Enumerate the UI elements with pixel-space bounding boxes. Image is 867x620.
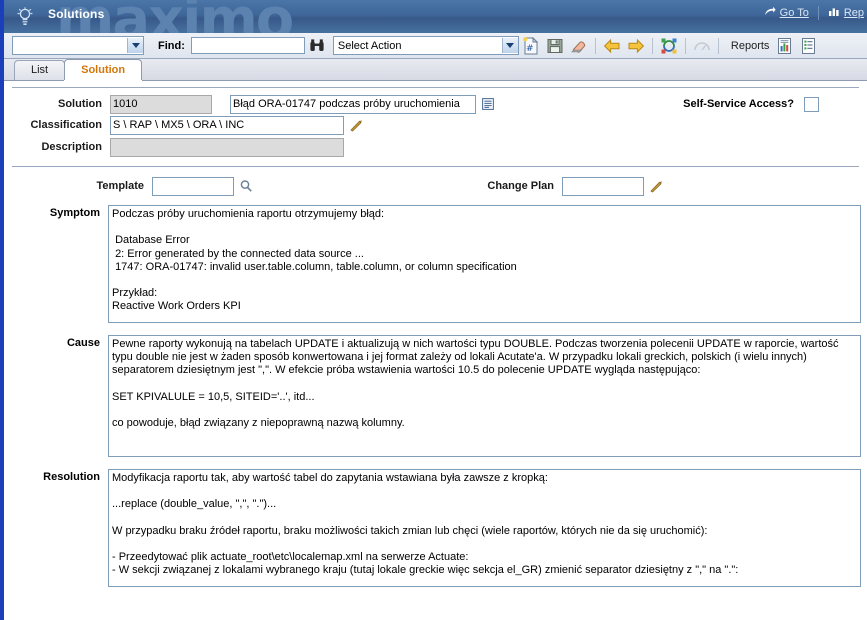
solution-form: Solution 1010 Błąd ORA-01747 podczas pró… (4, 81, 867, 620)
select-action-label: Select Action (337, 39, 402, 52)
reports-link[interactable]: Rep (825, 5, 867, 21)
new-record-icon[interactable]: # (520, 35, 542, 56)
reports-label: Rep (843, 7, 864, 19)
toolbar-divider (651, 37, 653, 54)
solution-label: Solution (58, 98, 102, 110)
detail-menu-icon[interactable] (648, 178, 664, 194)
chevron-down-icon[interactable] (501, 38, 518, 53)
toolbar-divider (594, 37, 596, 54)
detail-menu-icon[interactable] (348, 117, 364, 133)
reports-chart-icon (828, 6, 840, 20)
self-service-access-label: Self-Service Access? (683, 98, 794, 110)
clear-changes-icon[interactable] (568, 35, 590, 56)
classification-label: Classification (30, 119, 102, 131)
page-title: Solutions (48, 7, 105, 21)
cause-label: Cause (66, 337, 100, 349)
tab-solution[interactable]: Solution (64, 59, 143, 80)
save-icon[interactable] (544, 35, 566, 56)
solution-title-field[interactable]: Błąd ORA-01747 podczas próby uruchomieni… (230, 94, 476, 114)
toolbar: Find: Select Action # Reports (4, 33, 867, 59)
select-action-dropdown[interactable]: Select Action (332, 36, 519, 55)
titlebar-divider (817, 6, 819, 20)
toolbar-divider (684, 37, 686, 54)
tab-list[interactable]: List (14, 60, 66, 80)
solution-id-field: 1010 (110, 94, 212, 114)
titlebar-links: Go To Rep (761, 5, 867, 21)
run-reports-icon[interactable] (774, 35, 796, 56)
magnifier-icon[interactable] (238, 178, 254, 194)
description-field (110, 137, 344, 157)
change-plan-label: Change Plan (487, 180, 554, 192)
go-to-link[interactable]: Go To (761, 5, 812, 21)
go-to-label: Go To (779, 7, 809, 19)
long-description-icon[interactable] (480, 96, 496, 112)
resolution-textarea[interactable]: Modyfikacja raportu tak, aby wartość tab… (108, 469, 861, 587)
cause-textarea[interactable]: Pewne raporty wykonują na tabelach UPDAT… (108, 335, 861, 457)
description-label: Description (41, 141, 102, 153)
symptom-label: Symptom (49, 207, 100, 219)
find-label: Find: (158, 39, 185, 52)
classification-field[interactable]: S \ RAP \ MX5 \ ORA \ INC (110, 115, 344, 135)
self-service-access-checkbox[interactable] (804, 96, 819, 112)
binoculars-icon[interactable] (306, 35, 328, 56)
list-detail-icon[interactable] (798, 35, 820, 56)
saved-query-select[interactable] (12, 36, 144, 55)
symptom-textarea[interactable]: Podczas próby uruchomienia raportu otrzy… (108, 205, 861, 323)
next-record-icon[interactable] (625, 35, 647, 56)
lightbulb-icon (16, 7, 34, 27)
find-input[interactable] (190, 37, 305, 54)
toolbar-divider (717, 37, 719, 54)
resolution-label: Resolution (43, 471, 100, 483)
tab-filler (141, 79, 867, 80)
workflow-icon[interactable] (658, 35, 680, 56)
window-title-bar: maximo Solutions Go To Rep (4, 0, 867, 33)
toolbar-reports-label: Reports (730, 39, 770, 52)
chevron-down-icon[interactable] (127, 38, 143, 53)
goto-arrow-icon (764, 6, 776, 20)
change-plan-field[interactable] (562, 176, 644, 196)
maximo-solutions-window: maximo Solutions Go To Rep Find: Select … (0, 0, 867, 620)
svg-text:#: # (526, 44, 534, 54)
gauge-icon (691, 35, 713, 56)
tab-bar: List Solution (4, 59, 867, 81)
template-field[interactable] (152, 176, 234, 196)
previous-record-icon[interactable] (601, 35, 623, 56)
template-label: Template (96, 180, 144, 192)
